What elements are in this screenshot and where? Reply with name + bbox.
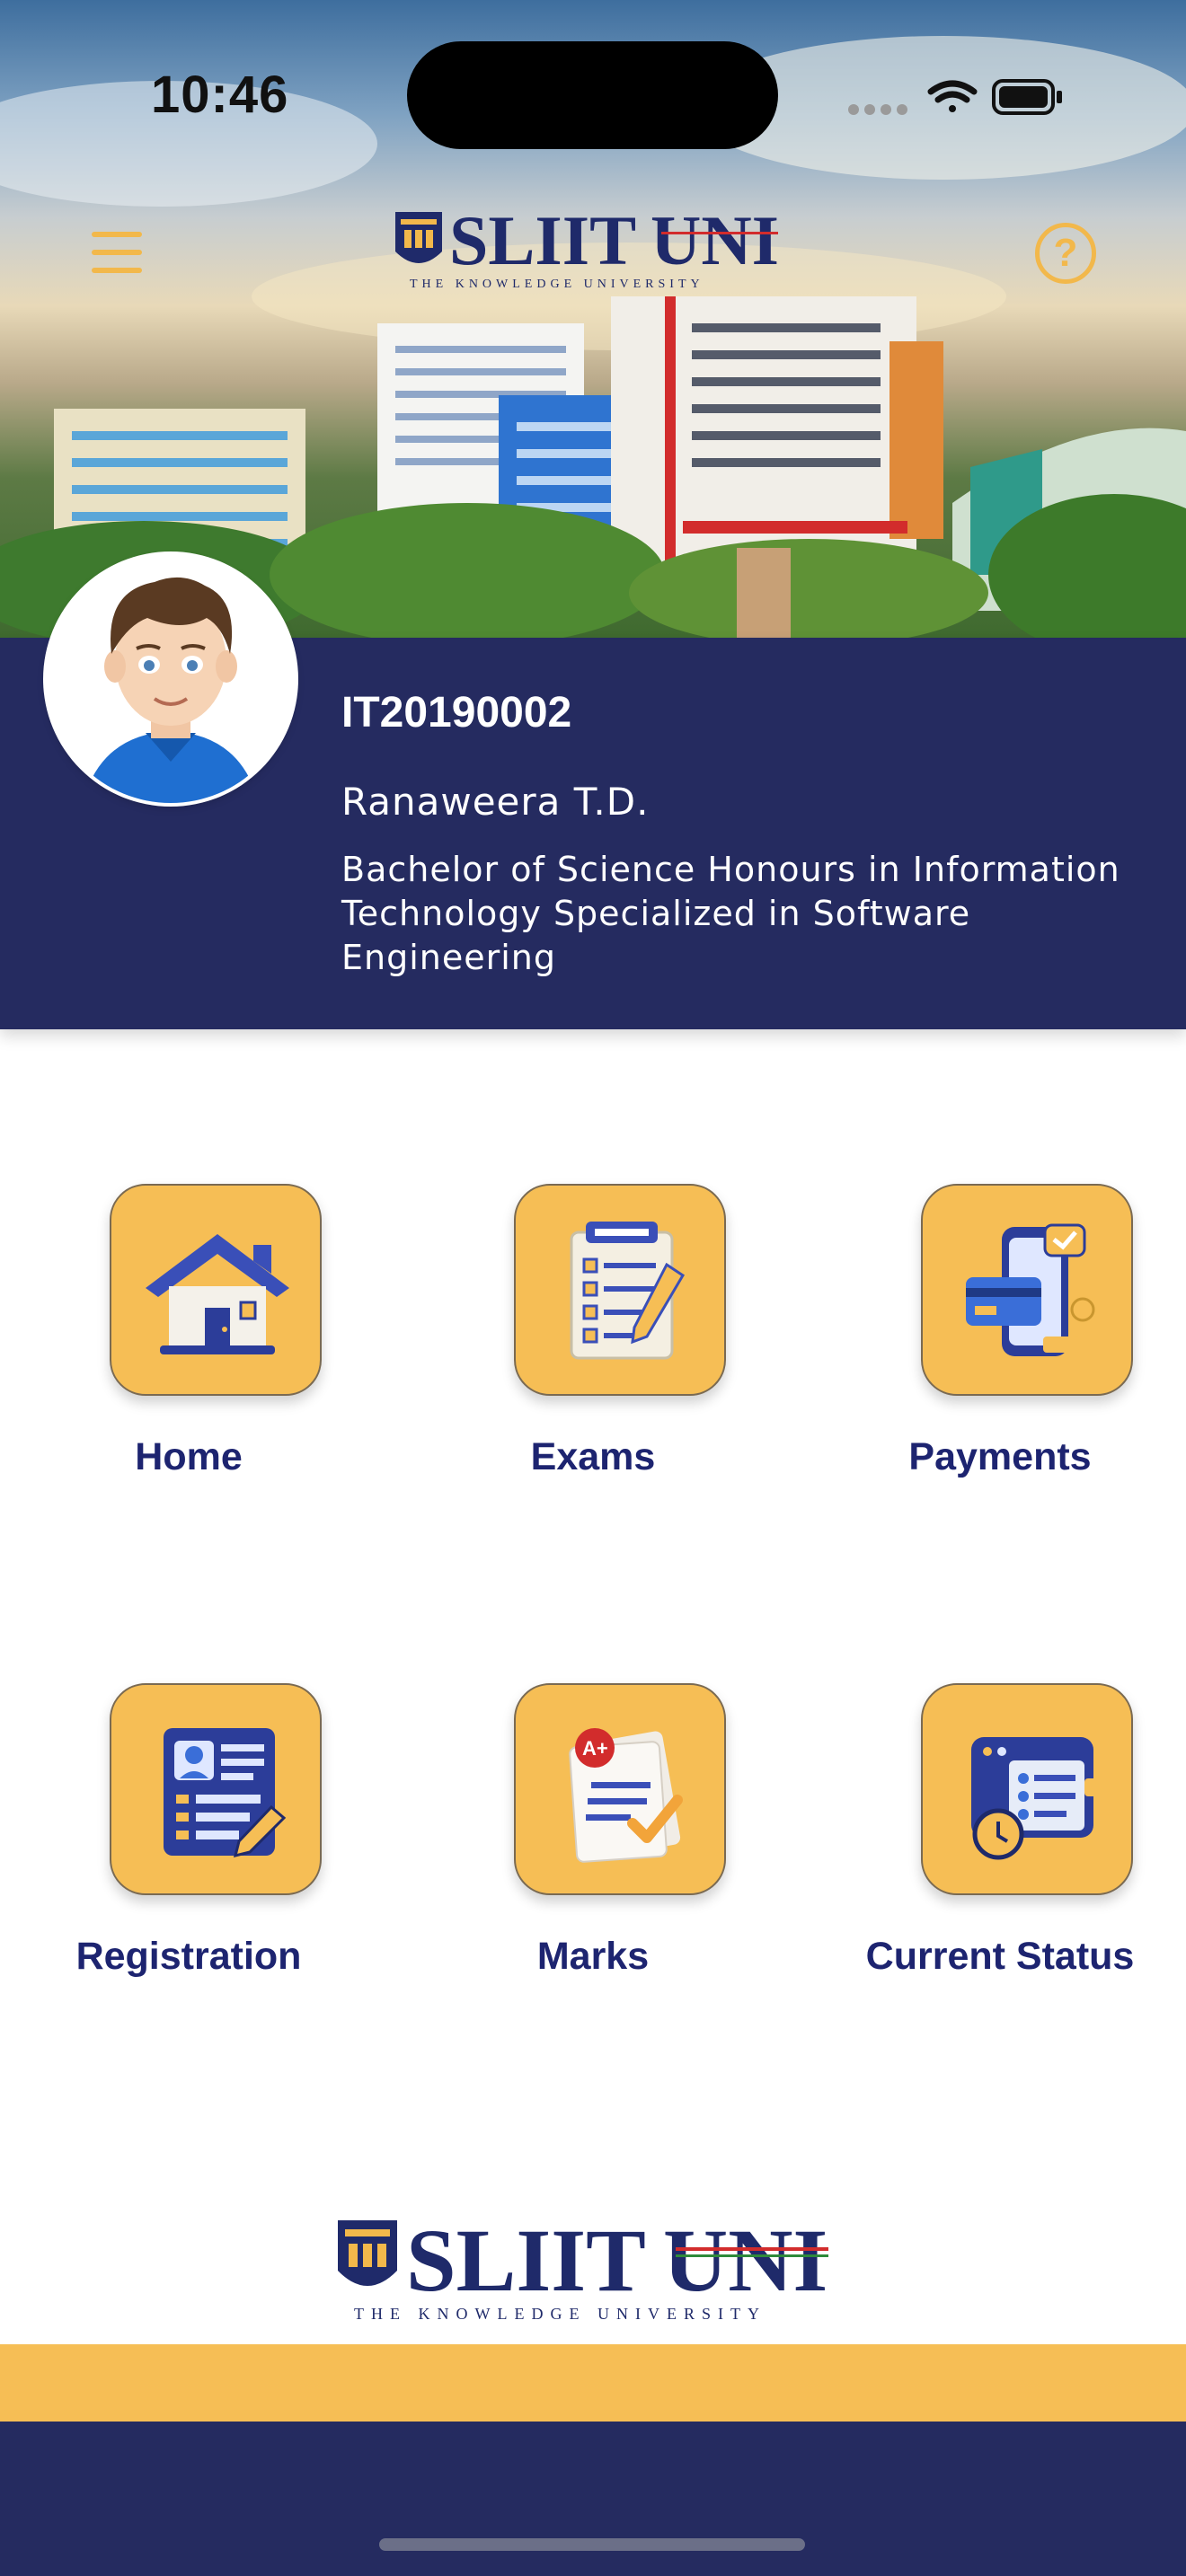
marks-tile-icon-box[interactable]: A+ — [514, 1683, 726, 1895]
signal-icon — [848, 104, 907, 115]
cartoon-avatar-icon — [47, 555, 295, 803]
status-bar-time: 10:46 — [151, 66, 289, 124]
menu-tile-home[interactable]: Home — [0, 1184, 377, 1525]
graded-paper-icon: A+ — [569, 1728, 683, 1863]
campus-header-image: 10:46 SLIIT UNI THE KNOWLEDGE UNIVERSITY… — [0, 0, 1186, 638]
wifi-icon — [927, 80, 978, 112]
menu-tile-exams[interactable]: Exams — [404, 1184, 782, 1525]
hamburger-menu-button[interactable] — [86, 228, 149, 278]
logo-uni-text: UNI — [651, 205, 779, 279]
battery-icon — [992, 79, 1062, 115]
home-tile-icon-box[interactable] — [110, 1184, 322, 1396]
crest-icon — [338, 2220, 397, 2286]
home-indicator[interactable] — [379, 2538, 805, 2551]
home-label: Home — [135, 1435, 243, 1478]
current-status-label: Current Status — [865, 1935, 1135, 1978]
help-button[interactable]: ? — [1035, 223, 1096, 284]
current-status-tile-icon-box[interactable] — [921, 1683, 1133, 1895]
menu-tile-marks[interactable]: A+ Marks — [404, 1683, 782, 2025]
logo-tagline: THE KNOWLEDGE UNIVERSITY — [410, 278, 704, 291]
registration-tile-icon-box[interactable] — [110, 1683, 322, 1895]
footer-logo-main-text: SLIIT — [406, 2211, 646, 2310]
student-id: IT20190002 — [341, 689, 572, 737]
student-name: Ranaweera T.D. — [341, 780, 650, 824]
student-degree: Bachelor of Science Honours in Informati… — [341, 850, 1120, 977]
status-checklist-icon — [971, 1737, 1097, 1860]
mobile-payment-icon — [966, 1223, 1095, 1356]
menu-tile-registration[interactable]: Registration — [0, 1683, 377, 2025]
registration-form-icon — [164, 1728, 287, 1858]
footer-accent-band — [0, 2344, 1186, 2422]
footer-logo-uni-text: UNI — [663, 2211, 828, 2310]
menu-line-icon — [92, 250, 142, 255]
footer-logo-tagline: THE KNOWLEDGE UNIVERSITY — [354, 2305, 766, 2323]
house-icon — [146, 1234, 289, 1354]
exams-tile-icon-box[interactable] — [514, 1184, 726, 1396]
exam-sheet-icon — [570, 1222, 686, 1360]
payments-tile-icon-box[interactable] — [921, 1184, 1133, 1396]
sliit-uni-logo-footer: SLIIT UNI THE KNOWLEDGE UNIVERSITY — [334, 2210, 850, 2328]
footer-band — [0, 2422, 1186, 2576]
dynamic-island — [407, 41, 778, 149]
menu-line-icon — [92, 268, 142, 273]
student-avatar[interactable] — [47, 555, 295, 803]
status-bar-indicators — [845, 72, 1078, 117]
menu-line-icon — [92, 232, 142, 237]
menu-tile-current-status[interactable]: Current Status — [811, 1683, 1186, 2025]
menu-tile-payments[interactable]: Payments — [811, 1184, 1186, 1525]
logo-main-text: SLIIT — [449, 205, 636, 279]
svg-text:A+: A+ — [582, 1737, 608, 1760]
exams-label: Exams — [530, 1435, 656, 1478]
marks-label: Marks — [536, 1935, 650, 1978]
sliit-uni-logo-header: SLIIT UNI THE KNOWLEDGE UNIVERSITY — [392, 201, 796, 295]
crest-icon — [395, 212, 442, 263]
payments-label: Payments — [908, 1435, 1092, 1478]
registration-label: Registration — [75, 1935, 302, 1978]
